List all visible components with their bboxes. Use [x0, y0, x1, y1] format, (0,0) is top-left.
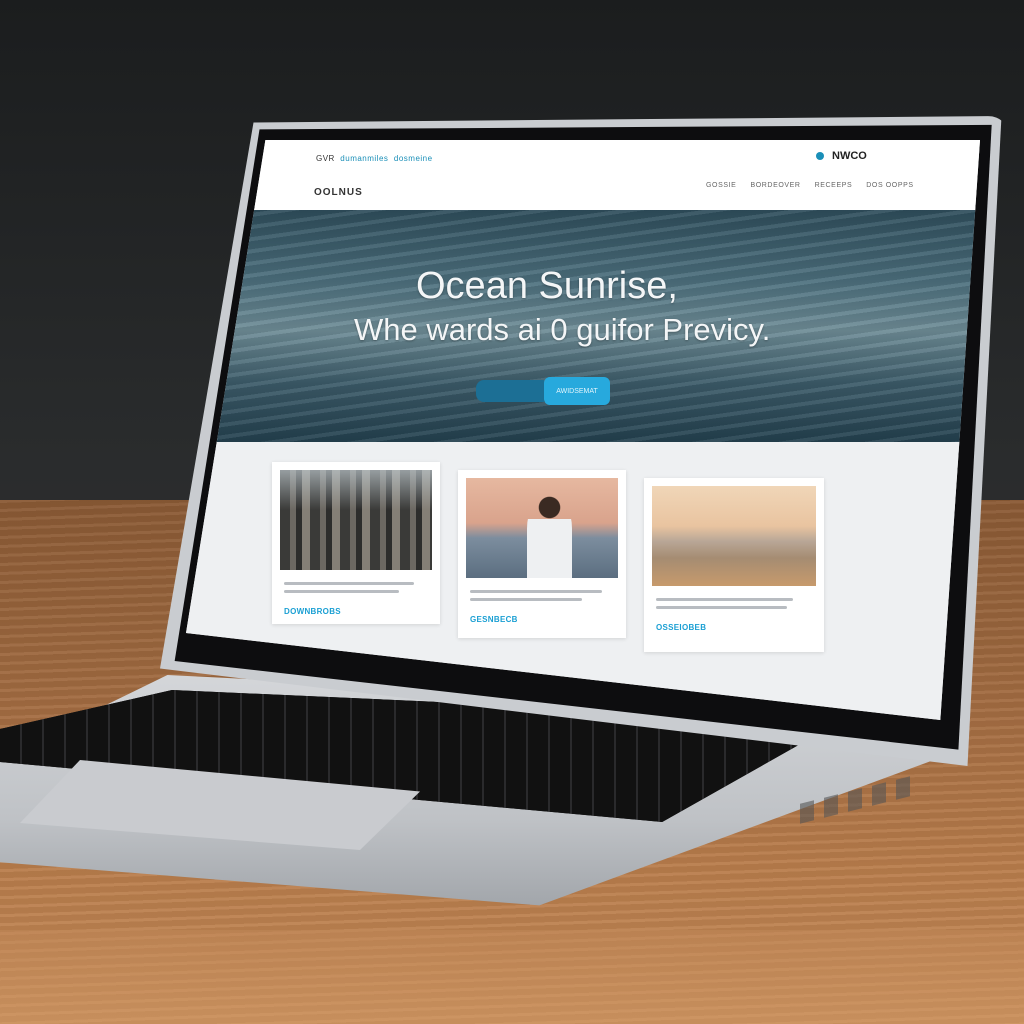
- card-image-beach: [652, 486, 816, 586]
- card-text-lines: [656, 598, 812, 614]
- hero-subtitle: Whe wards ai 0 guifor Previcy.: [354, 312, 771, 347]
- photo-scene: GVR dumanmiles dosmeine NWCO OOLNUS GOSS…: [0, 0, 1024, 1024]
- card-read-more-link[interactable]: GESNBECB: [470, 615, 518, 624]
- topbar-right-text[interactable]: NWCO: [832, 150, 867, 162]
- laptop-screen: GVR dumanmiles dosmeine NWCO OOLNUS GOSS…: [186, 140, 980, 720]
- card-read-more-link[interactable]: DOWNBROBS: [284, 607, 341, 616]
- content-card: GESNBECB: [458, 470, 626, 638]
- webpage-topbar: GVR dumanmiles dosmeine NWCO: [186, 140, 980, 171]
- topbar-right: NWCO: [816, 150, 867, 162]
- notification-dot-icon: [816, 152, 824, 160]
- content-card: OSSEIOBEB: [644, 478, 824, 652]
- site-logo[interactable]: OOLNUS: [314, 187, 363, 198]
- hero-secondary-button[interactable]: [476, 380, 544, 402]
- nav-link[interactable]: BORDEOVER: [750, 182, 800, 189]
- webpage-navbar: OOLNUS GOSSIE BORDEOVER RECEEPS DOS OOPP…: [186, 170, 980, 210]
- topbar-link-2[interactable]: dosmeine: [394, 154, 433, 163]
- nav-links: GOSSIE BORDEOVER RECEEPS DOS OOPPS: [706, 182, 914, 189]
- hero-button-group: AWIDSEMAT: [476, 377, 610, 405]
- nav-link[interactable]: DOS OOPPS: [866, 182, 913, 189]
- card-text-lines: [284, 582, 428, 598]
- topbar-link[interactable]: dumanmiles: [340, 154, 388, 163]
- card-image-person: [466, 478, 618, 578]
- nav-link[interactable]: GOSSIE: [706, 182, 736, 189]
- table-edge: [0, 930, 1024, 1024]
- hero-title: Ocean Sunrise,: [416, 265, 678, 307]
- nav-link[interactable]: RECEEPS: [815, 182, 853, 189]
- card-read-more-link[interactable]: OSSEIOBEB: [656, 623, 706, 632]
- content-card: DOWNBROBS: [272, 462, 440, 624]
- card-text-lines: [470, 590, 614, 606]
- hero-banner: Ocean Sunrise, Whe wards ai 0 guifor Pre…: [186, 210, 980, 442]
- card-image-city: [280, 470, 432, 570]
- person-figure: [526, 496, 573, 578]
- topbar-left-text: GVR: [316, 154, 335, 163]
- hero-cta-button[interactable]: AWIDSEMAT: [544, 377, 610, 405]
- topbar-left: GVR dumanmiles dosmeine: [316, 154, 433, 163]
